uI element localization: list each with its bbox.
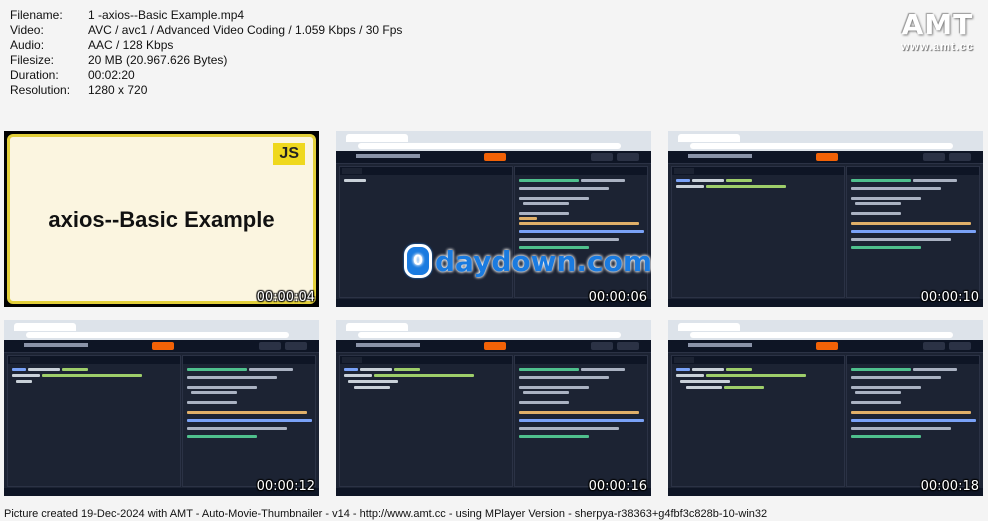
shell-panel bbox=[514, 355, 648, 487]
video-title: axios--Basic Example bbox=[48, 207, 275, 232]
timestamp: 00:00:16 bbox=[588, 479, 647, 494]
info-value: AAC / 128 Kbps bbox=[88, 38, 174, 52]
run-button bbox=[816, 342, 838, 350]
info-value: 1 -axios--Basic Example.mp4 bbox=[88, 8, 245, 22]
code-editor bbox=[339, 166, 513, 298]
timestamp: 00:00:06 bbox=[588, 290, 647, 305]
timestamp: 00:00:12 bbox=[256, 479, 315, 494]
code-editor bbox=[339, 355, 513, 487]
timestamp: 00:00:18 bbox=[920, 479, 979, 494]
info-key: Audio: bbox=[10, 38, 45, 52]
code-editor bbox=[671, 355, 845, 487]
run-button bbox=[152, 342, 174, 350]
daydown-watermark: 0 daydown.com bbox=[404, 244, 652, 278]
browser-chrome bbox=[336, 320, 651, 340]
replit-workspace bbox=[4, 340, 319, 496]
browser-chrome bbox=[668, 131, 983, 151]
shell-panel bbox=[846, 355, 980, 487]
code-editor bbox=[671, 166, 845, 298]
browser-chrome bbox=[4, 320, 319, 340]
replit-workspace bbox=[668, 151, 983, 307]
info-row-duration: Duration: 00:02:20 bbox=[10, 68, 402, 83]
timestamp: 00:00:04 bbox=[256, 290, 315, 305]
browser-chrome bbox=[336, 131, 651, 151]
footer-text: Picture created 19-Dec-2024 with AMT - A… bbox=[4, 508, 768, 520]
thumbnail-4[interactable]: 00:00:12 bbox=[4, 320, 319, 496]
info-row-audio: Audio: AAC / 128 Kbps bbox=[10, 38, 402, 53]
code-editor bbox=[7, 355, 181, 487]
shell-panel bbox=[846, 166, 980, 298]
title-card: JS axios--Basic Example bbox=[7, 134, 316, 304]
replit-workspace bbox=[336, 151, 651, 307]
run-button bbox=[484, 153, 506, 161]
info-value: 1280 x 720 bbox=[88, 83, 148, 97]
info-key: Filesize: bbox=[10, 53, 55, 67]
thumbnail-2[interactable]: 00:00:06 bbox=[336, 131, 651, 307]
amt-logo: AMT www.amt.cc bbox=[901, 8, 974, 53]
daydown-icon: 0 bbox=[404, 244, 432, 278]
amt-url: www.amt.cc bbox=[900, 41, 974, 53]
info-value: 20 MB (20.967.626 Bytes) bbox=[88, 53, 228, 67]
replit-workspace bbox=[668, 340, 983, 496]
info-key: Duration: bbox=[10, 68, 59, 82]
timestamp: 00:00:10 bbox=[920, 290, 979, 305]
info-key: Resolution: bbox=[10, 83, 71, 97]
run-button bbox=[484, 342, 506, 350]
run-button bbox=[816, 153, 838, 161]
browser-chrome bbox=[668, 320, 983, 340]
amt-logo-text: AMT bbox=[901, 8, 974, 41]
shell-panel bbox=[514, 166, 648, 298]
js-badge: JS bbox=[273, 143, 305, 165]
thumbnail-5[interactable]: 00:00:16 bbox=[336, 320, 651, 496]
thumbnail-1[interactable]: JS axios--Basic Example 00:00:04 bbox=[4, 131, 319, 307]
info-key: Video: bbox=[10, 23, 44, 37]
info-key: Filename: bbox=[10, 8, 63, 22]
thumbnail-3[interactable]: 00:00:10 bbox=[668, 131, 983, 307]
file-info: Filename: 1 -axios--Basic Example.mp4 Vid… bbox=[10, 8, 402, 98]
info-row-filename: Filename: 1 -axios--Basic Example.mp4 bbox=[10, 8, 402, 23]
info-value: 00:02:20 bbox=[88, 68, 135, 82]
shell-panel bbox=[182, 355, 316, 487]
replit-workspace bbox=[336, 340, 651, 496]
info-row-resolution: Resolution: 1280 x 720 bbox=[10, 83, 402, 98]
info-row-video: Video: AVC / avc1 / Advanced Video Coding… bbox=[10, 23, 402, 38]
watermark-text: daydown.com bbox=[435, 244, 653, 278]
thumbnail-6[interactable]: 00:00:18 bbox=[668, 320, 983, 496]
info-value: AVC / avc1 / Advanced Video Coding / 1.0… bbox=[88, 23, 403, 37]
info-row-filesize: Filesize: 20 MB (20.967.626 Bytes) bbox=[10, 53, 402, 68]
